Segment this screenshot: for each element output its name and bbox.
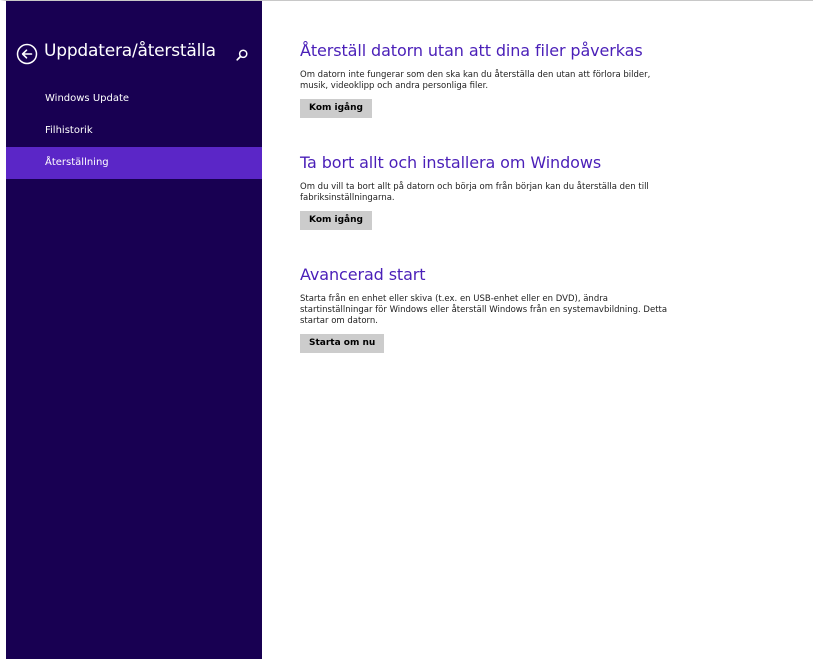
section-description-refresh: Om datorn inte fungerar som den ska kan … — [300, 70, 651, 91]
sidebar: Uppdatera/återställa Windows Update Filh… — [6, 1, 262, 659]
section-title-reset: Ta bort allt och installera om Windows — [300, 153, 602, 172]
sidebar-header: Uppdatera/återställa — [6, 41, 262, 69]
section-description-advanced-startup: Starta från en enhet eller skiva (t.ex. … — [300, 294, 668, 326]
refresh-section: Återställ datorn utan att dina filer påv… — [300, 41, 800, 118]
sidebar-item-windows-update[interactable]: Windows Update — [6, 83, 262, 115]
search-icon[interactable] — [235, 47, 249, 61]
reset-start-button[interactable]: Kom igång — [300, 211, 372, 230]
sidebar-nav: Windows Update Filhistorik Återställning — [6, 83, 262, 179]
section-description-reset: Om du vill ta bort allt på datorn och bö… — [300, 182, 649, 203]
sidebar-item-aterstallning[interactable]: Återställning — [6, 147, 262, 179]
back-arrow-icon[interactable] — [16, 43, 38, 65]
advanced-startup-section: Avancerad start Starta från en enhet ell… — [300, 265, 800, 353]
restart-now-button[interactable]: Starta om nu — [300, 334, 385, 353]
refresh-start-button[interactable]: Kom igång — [300, 99, 372, 118]
sidebar-title: Uppdatera/återställa — [44, 41, 216, 61]
reset-section: Ta bort allt och installera om Windows O… — [300, 153, 800, 230]
sidebar-item-filhistorik[interactable]: Filhistorik — [6, 115, 262, 147]
section-title-refresh: Återställ datorn utan att dina filer påv… — [300, 41, 643, 60]
section-title-advanced-startup: Avancerad start — [300, 265, 426, 284]
